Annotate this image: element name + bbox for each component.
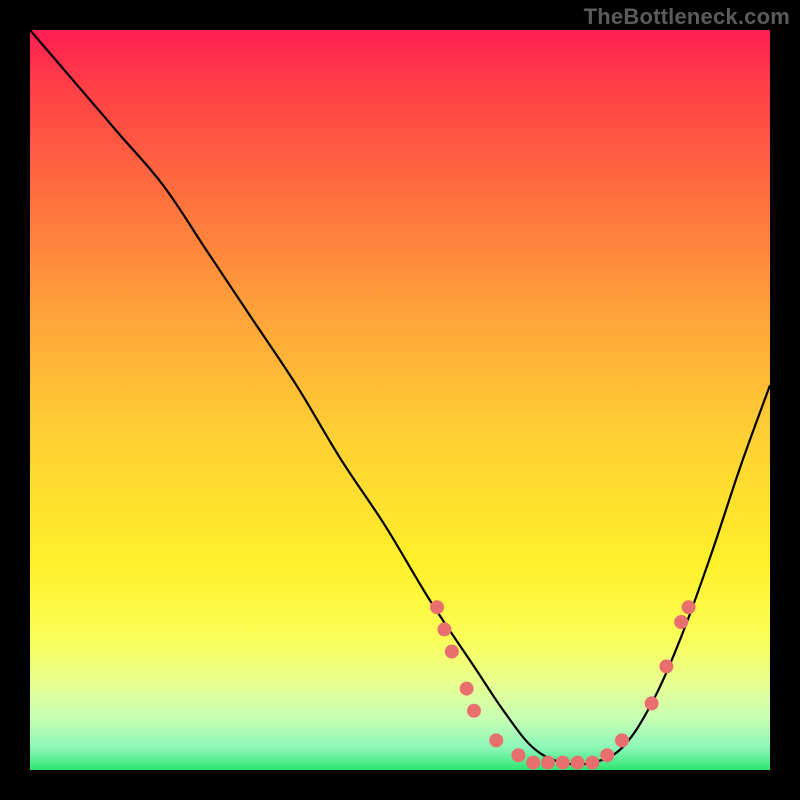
curve-marker: [674, 615, 688, 629]
curve-layer: [30, 30, 770, 770]
curve-marker: [571, 756, 585, 770]
bottleneck-curve: [30, 30, 770, 765]
curve-marker: [556, 756, 570, 770]
watermark-label: TheBottleneck.com: [584, 4, 790, 30]
curve-marker: [645, 696, 659, 710]
plot-area: [30, 30, 770, 770]
curve-marker: [437, 622, 451, 636]
curve-marker: [460, 682, 474, 696]
curve-marker: [489, 733, 503, 747]
curve-marker: [467, 704, 481, 718]
curve-marker: [526, 756, 540, 770]
curve-marker: [600, 748, 614, 762]
curve-marker: [511, 748, 525, 762]
curve-marker: [430, 600, 444, 614]
curve-markers: [430, 600, 696, 769]
curve-marker: [682, 600, 696, 614]
curve-marker: [541, 756, 555, 770]
curve-marker: [615, 733, 629, 747]
figure-container: TheBottleneck.com: [0, 0, 800, 800]
curve-marker: [659, 659, 673, 673]
curve-marker: [585, 756, 599, 770]
curve-marker: [445, 645, 459, 659]
